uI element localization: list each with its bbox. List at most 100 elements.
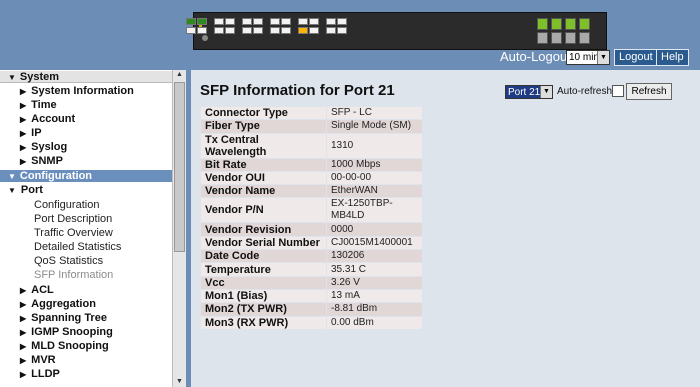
port-group-image bbox=[270, 18, 291, 34]
sidebar-item-mld-snooping[interactable]: ▶ MLD Snooping bbox=[20, 339, 109, 353]
row-label: Date Code bbox=[201, 250, 326, 263]
sidebar-item-label: IGMP Snooping bbox=[31, 326, 113, 338]
triangle-right-icon: ▶ bbox=[20, 157, 27, 166]
sidebar-item-syslog[interactable]: ▶ Syslog bbox=[20, 140, 67, 154]
sidebar-scrollbar[interactable]: ▲ ▼ bbox=[172, 70, 186, 387]
sidebar-item-label: SNMP bbox=[31, 155, 63, 167]
triangle-down-icon: ▼ bbox=[8, 73, 16, 82]
triangle-right-icon: ▶ bbox=[20, 314, 27, 323]
triangle-right-icon: ▶ bbox=[20, 143, 27, 152]
port-image bbox=[298, 27, 308, 34]
sidebar: ▼ System ▶ System Information ▶ Time ▶ Accou… bbox=[0, 70, 186, 387]
sidebar-item-snmp[interactable]: ▶ SNMP bbox=[20, 154, 63, 168]
auto-logout-value: 10 min bbox=[569, 52, 600, 63]
table-row: Vendor Name EtherWAN bbox=[201, 185, 422, 198]
port-select[interactable]: Port 21 ▼ bbox=[505, 85, 553, 99]
port-group-image bbox=[326, 18, 347, 34]
port-image bbox=[326, 27, 336, 34]
sidebar-item-port[interactable]: ▼ Port bbox=[8, 183, 43, 197]
sidebar-item-label: MVR bbox=[31, 354, 56, 366]
sidebar-subitem-configuration[interactable]: Configuration bbox=[34, 198, 99, 212]
logout-button[interactable]: Logout bbox=[614, 49, 658, 66]
sidebar-item-label: Time bbox=[31, 99, 57, 111]
triangle-right-icon: ▶ bbox=[20, 87, 27, 96]
scroll-down-icon[interactable]: ▼ bbox=[173, 377, 186, 387]
sidebar-item-label: Aggregation bbox=[31, 298, 96, 310]
sidebar-subitem-detailed-statistics[interactable]: Detailed Statistics bbox=[34, 240, 121, 254]
row-value: 130206 bbox=[327, 250, 422, 263]
port-image bbox=[309, 18, 319, 25]
row-value: 35.31 C bbox=[327, 263, 422, 276]
table-row: Vcc 3.26 V bbox=[201, 276, 422, 289]
sidebar-section-label: Configuration bbox=[19, 170, 93, 182]
table-row: Vendor P/N EX-1250TBP-MB4LD bbox=[201, 198, 422, 223]
sidebar-subitem-port-description[interactable]: Port Description bbox=[34, 212, 112, 226]
port-image bbox=[309, 27, 319, 34]
sidebar-item-label: IP bbox=[31, 127, 42, 139]
sidebar-subitem-sfp-information[interactable]: SFP Information bbox=[34, 268, 113, 282]
sidebar-subitem-qos-statistics[interactable]: QoS Statistics bbox=[34, 254, 103, 268]
row-value: EtherWAN bbox=[327, 185, 422, 198]
sidebar-section-label: System bbox=[19, 71, 60, 83]
triangle-right-icon: ▶ bbox=[20, 356, 27, 365]
header: Auto-Logout 10 min ▼ Logout Help bbox=[0, 0, 700, 70]
table-row: Temperature 35.31 C bbox=[201, 263, 422, 276]
sfp-slot-image bbox=[565, 18, 576, 30]
sidebar-item-time[interactable]: ▶ Time bbox=[20, 98, 57, 112]
sidebar-item-system-information[interactable]: ▶ System Information bbox=[20, 84, 134, 98]
port-group-image bbox=[214, 18, 235, 34]
sidebar-item-account[interactable]: ▶ Account bbox=[20, 112, 75, 126]
sidebar-item-label: LLDP bbox=[31, 368, 60, 380]
sidebar-item-mvr[interactable]: ▶ MVR bbox=[20, 353, 56, 367]
page-title: SFP Information for Port 21 bbox=[200, 82, 395, 99]
port-image bbox=[225, 18, 235, 25]
row-label: Mon3 (RX PWR) bbox=[201, 316, 326, 329]
sidebar-item-lldp[interactable]: ▶ LLDP bbox=[20, 367, 60, 381]
row-label: Bit Rate bbox=[201, 158, 326, 171]
table-row: Vendor Revision 0000 bbox=[201, 223, 422, 236]
reset-button-image bbox=[202, 35, 208, 41]
sidebar-item-aggregation[interactable]: ▶ Aggregation bbox=[20, 297, 96, 311]
switch-front-panel-image bbox=[186, 12, 607, 50]
sidebar-subitem-traffic-overview[interactable]: Traffic Overview bbox=[34, 226, 113, 240]
scroll-up-icon[interactable]: ▲ bbox=[173, 70, 186, 80]
auto-refresh-label: Auto-refresh bbox=[557, 86, 613, 97]
sidebar-section-configuration[interactable]: ▼ Configuration bbox=[0, 170, 172, 182]
row-value: 13 mA bbox=[327, 289, 422, 303]
table-row: Mon3 (RX PWR) 0.00 dBm bbox=[201, 316, 422, 329]
sidebar-item-acl[interactable]: ▶ ACL bbox=[20, 283, 54, 297]
port-group-image bbox=[242, 18, 263, 34]
chevron-down-icon: ▼ bbox=[540, 86, 552, 98]
sidebar-section-system[interactable]: ▼ System bbox=[0, 71, 172, 83]
triangle-right-icon: ▶ bbox=[20, 342, 27, 351]
row-label: Vendor Name bbox=[201, 185, 326, 198]
port-image bbox=[270, 27, 280, 34]
row-label: Mon1 (Bias) bbox=[201, 289, 326, 303]
triangle-right-icon: ▶ bbox=[20, 286, 27, 295]
auto-refresh-checkbox[interactable] bbox=[612, 85, 624, 97]
table-row: Mon1 (Bias) 13 mA bbox=[201, 289, 422, 303]
sidebar-item-label: MLD Snooping bbox=[31, 340, 109, 352]
sidebar-item-label: Spanning Tree bbox=[31, 312, 107, 324]
sidebar-item-label: System Information bbox=[31, 85, 134, 97]
row-label: Vendor Serial Number bbox=[201, 236, 326, 250]
sidebar-item-ip[interactable]: ▶ IP bbox=[20, 126, 42, 140]
scrollbar-thumb[interactable] bbox=[174, 82, 185, 252]
triangle-down-icon: ▼ bbox=[8, 186, 16, 195]
sidebar-item-igmp-snooping[interactable]: ▶ IGMP Snooping bbox=[20, 325, 113, 339]
sfp-slot-image bbox=[579, 32, 590, 44]
auto-logout-select[interactable]: 10 min ▼ bbox=[566, 50, 610, 65]
sfp-slot-image bbox=[537, 32, 548, 44]
help-button[interactable]: Help bbox=[656, 49, 689, 66]
row-value: CJ0015M1400001 bbox=[327, 236, 422, 250]
table-row: Vendor OUI 00-00-00 bbox=[201, 171, 422, 185]
auto-logout-label: Auto-Logout bbox=[500, 49, 571, 64]
port-image bbox=[270, 18, 280, 25]
chevron-down-icon: ▼ bbox=[597, 51, 609, 64]
row-label: Fiber Type bbox=[201, 120, 326, 133]
refresh-button[interactable]: Refresh bbox=[626, 83, 672, 100]
sidebar-item-label: Port bbox=[20, 184, 43, 196]
triangle-right-icon: ▶ bbox=[20, 115, 27, 124]
port-image bbox=[197, 27, 207, 34]
sidebar-item-spanning-tree[interactable]: ▶ Spanning Tree bbox=[20, 311, 107, 325]
